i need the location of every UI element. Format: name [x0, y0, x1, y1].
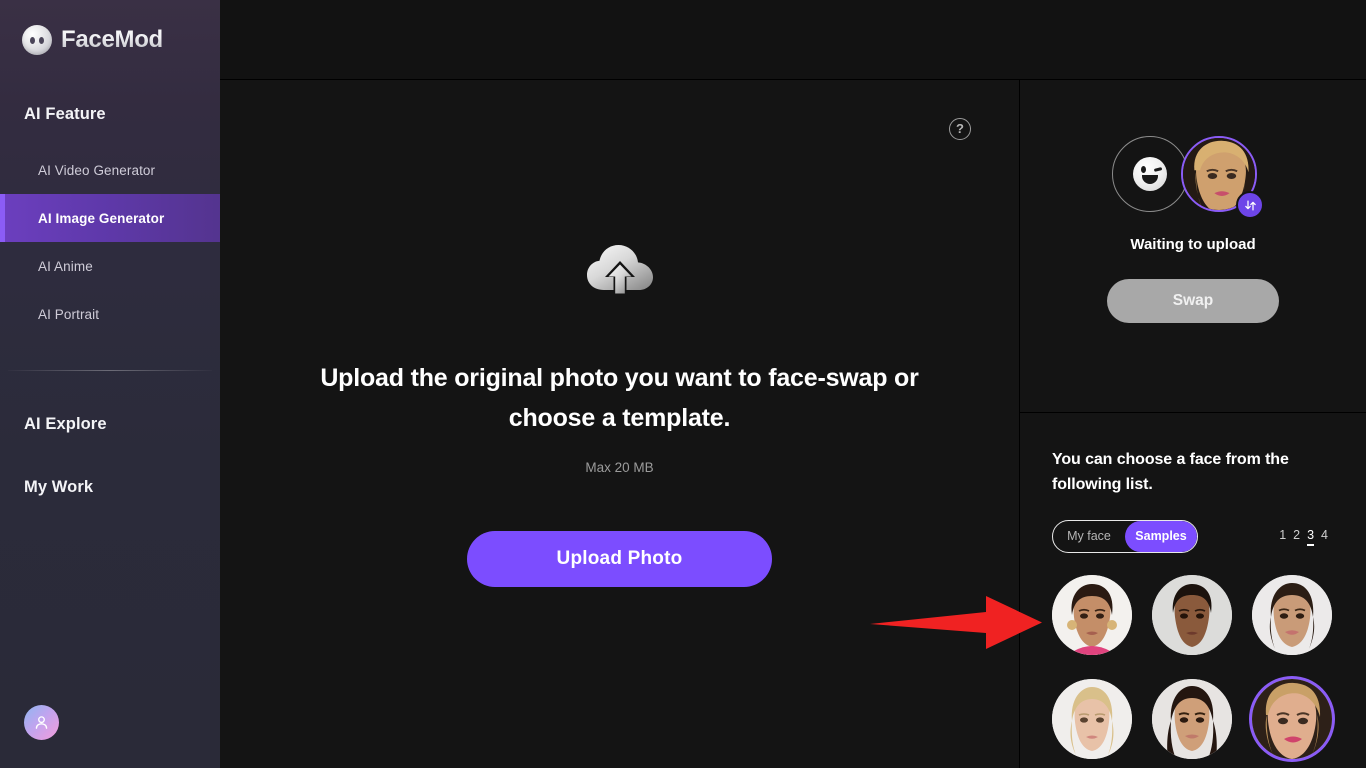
- app-root: FaceMod AI Feature AI Video Generator AI…: [0, 0, 1366, 768]
- sidebar-item-label: AI Video Generator: [38, 162, 156, 178]
- status-badge: Waiting to upload: [1130, 236, 1256, 253]
- winking-face-placeholder-icon: [1133, 157, 1167, 191]
- sidebar-item-label: AI Portrait: [38, 306, 100, 322]
- face-chooser-section: You can choose a face from the following…: [1020, 413, 1366, 768]
- cloud-upload-icon: [585, 240, 655, 303]
- face-swap-panel: Waiting to upload Swap You can choose a …: [1020, 80, 1366, 768]
- swap-arrows-icon[interactable]: [1236, 191, 1264, 219]
- pagination: 1 2 3 4: [1279, 528, 1336, 546]
- sidebar-item-ai-image-generator[interactable]: AI Image Generator: [0, 194, 220, 242]
- sidebar-nav: AI Video Generator AI Image Generator AI…: [0, 146, 220, 338]
- page-1[interactable]: 1: [1279, 528, 1286, 545]
- brand-logo[interactable]: FaceMod: [0, 0, 220, 55]
- top-bar: [220, 0, 1366, 80]
- page-4[interactable]: 4: [1321, 528, 1328, 545]
- max-size-note: Max 20 MB: [585, 460, 654, 475]
- page-2[interactable]: 2: [1293, 528, 1300, 545]
- red-arrow-annotation-icon: [870, 592, 1045, 657]
- sidebar-item-label: AI Anime: [38, 258, 93, 274]
- swap-preview-section: Waiting to upload Swap: [1020, 80, 1366, 413]
- sidebar-item-ai-portrait[interactable]: AI Portrait: [0, 290, 220, 338]
- face-sample-1[interactable]: [1052, 574, 1132, 655]
- sidebar-item-label: AI Image Generator: [38, 210, 165, 226]
- user-avatar-icon[interactable]: [24, 705, 59, 740]
- page-title: Upload the original photo you want to fa…: [320, 364, 919, 432]
- face-sample-3[interactable]: [1252, 574, 1332, 655]
- sidebar-divider: [8, 370, 212, 371]
- face-circle-icon: [22, 25, 52, 55]
- upload-panel[interactable]: ? Upload the original photo you want to …: [220, 80, 1042, 768]
- tab-samples[interactable]: Samples: [1125, 520, 1197, 552]
- face-pair-preview: [1098, 136, 1288, 219]
- sidebar-section-ai-feature: AI Feature: [24, 105, 106, 123]
- sidebar-section-my-work[interactable]: My Work: [0, 478, 220, 497]
- sidebar-section-ai-explore[interactable]: AI Explore: [0, 415, 220, 434]
- face-sample-2[interactable]: [1152, 574, 1232, 655]
- face-sample-grid: [1052, 574, 1336, 759]
- sidebar: FaceMod AI Feature AI Video Generator AI…: [0, 0, 220, 768]
- sidebar-item-ai-anime[interactable]: AI Anime: [0, 242, 220, 290]
- face-chooser-title: You can choose a face from the following…: [1052, 451, 1289, 494]
- tab-my-face[interactable]: My face: [1053, 521, 1125, 552]
- sidebar-item-ai-video-generator[interactable]: AI Video Generator: [0, 146, 220, 194]
- question-mark-icon[interactable]: ?: [949, 118, 971, 140]
- page-3[interactable]: 3: [1307, 528, 1314, 546]
- face-sample-4[interactable]: [1052, 678, 1132, 759]
- main-area: ? Upload the original photo you want to …: [220, 0, 1366, 768]
- face-source-toolbar: My face Samples 1 2 3 4: [1052, 519, 1336, 553]
- face-sample-6[interactable]: [1252, 678, 1332, 759]
- brand-name: FaceMod: [61, 26, 163, 53]
- face-sample-5[interactable]: [1152, 678, 1232, 759]
- swap-button[interactable]: Swap: [1107, 279, 1279, 323]
- face-source-segmented-control[interactable]: My face Samples: [1052, 519, 1198, 553]
- content-row: ? Upload the original photo you want to …: [220, 80, 1366, 768]
- upload-photo-button[interactable]: Upload Photo: [467, 531, 772, 587]
- source-face-slot[interactable]: [1112, 136, 1188, 212]
